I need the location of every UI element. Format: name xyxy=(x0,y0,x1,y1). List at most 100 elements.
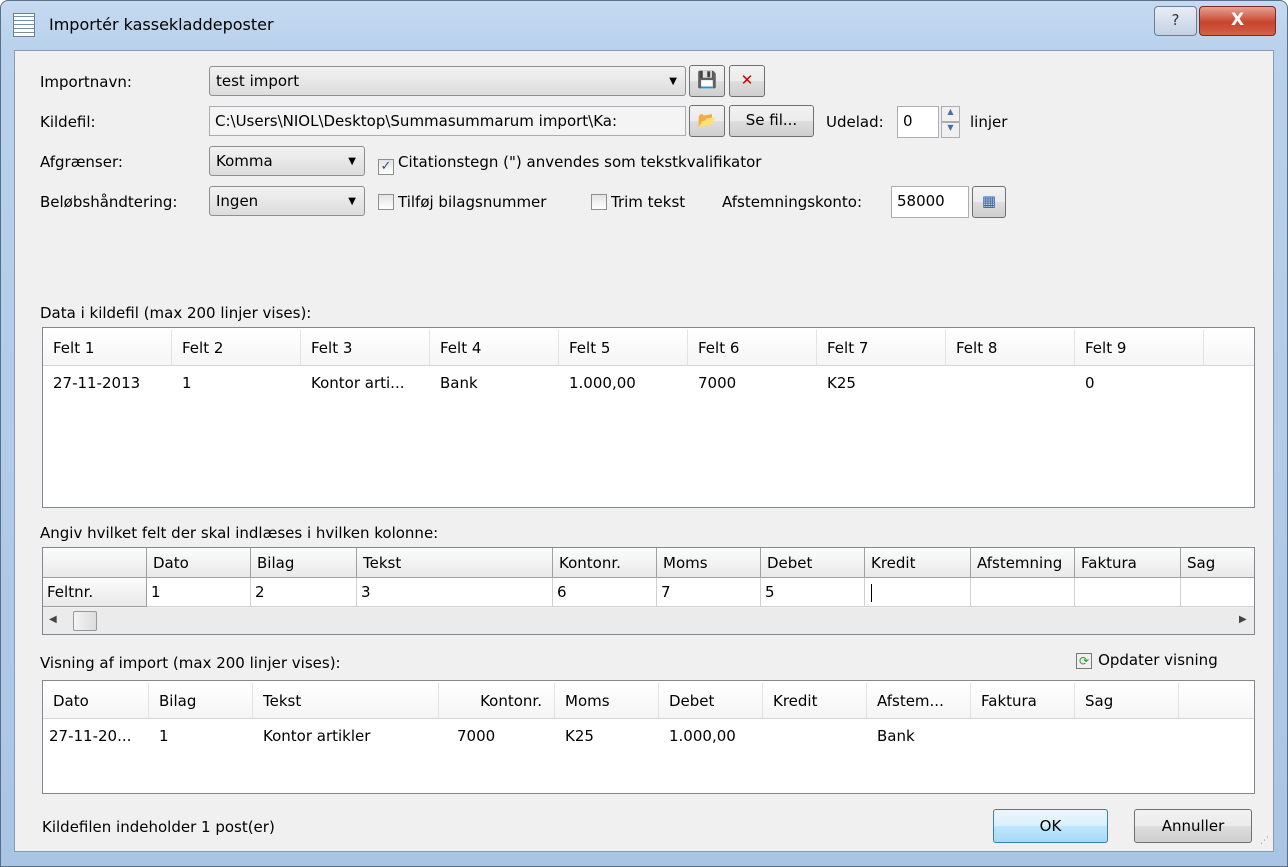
trim-checkbox[interactable]: Trim tekst xyxy=(591,193,685,211)
field-number-cell[interactable] xyxy=(1075,578,1181,607)
table-cell xyxy=(971,721,1075,751)
field-number-cell[interactable] xyxy=(865,578,971,607)
column-header[interactable]: Felt 2 xyxy=(172,330,301,366)
udelad-input[interactable]: 0 xyxy=(897,106,939,138)
column-header[interactable]: Tekst xyxy=(253,683,439,719)
field-number-cell[interactable]: 7 xyxy=(657,578,761,607)
browse-button[interactable]: 📂 xyxy=(689,105,725,137)
beloeb-value: Ingen xyxy=(216,192,259,210)
column-header[interactable]: Faktura xyxy=(971,683,1075,719)
horizontal-scrollbar[interactable] xyxy=(43,608,1254,634)
column-header-filler xyxy=(1179,683,1254,719)
column-header[interactable]: Afstem... xyxy=(867,683,971,719)
column-header: Kontonr. xyxy=(553,548,657,578)
mapping-label: Angiv hvilket felt der skal indlæses i h… xyxy=(40,524,439,542)
table-cell: 1.000,00 xyxy=(569,374,636,392)
beloeb-combo[interactable]: Ingen ▼ xyxy=(209,186,365,216)
cancel-button[interactable]: Annuller xyxy=(1134,809,1252,843)
afgraenser-value: Komma xyxy=(216,152,273,170)
column-header: Debet xyxy=(761,548,865,578)
column-header[interactable]: Debet xyxy=(659,683,763,719)
table-cell xyxy=(763,721,867,751)
lookup-button[interactable]: ▦ xyxy=(972,186,1006,218)
column-header: Kredit xyxy=(865,548,971,578)
table-cell: K25 xyxy=(565,727,594,745)
spin-down-button[interactable]: ▼ xyxy=(941,122,960,138)
spin-up-button[interactable]: ▲ xyxy=(941,106,960,122)
column-header[interactable]: Felt 8 xyxy=(946,330,1075,366)
column-header[interactable]: Felt 7 xyxy=(817,330,946,366)
column-header: Tekst xyxy=(357,548,553,578)
column-header[interactable]: Kontonr. xyxy=(439,683,555,719)
field-number-cell[interactable] xyxy=(1181,578,1254,607)
column-header[interactable]: Felt 5 xyxy=(559,330,688,366)
source-data-grid[interactable]: Felt 1 Felt 2 Felt 3 Felt 4 Felt 5 Felt 6 Felt… xyxy=(42,327,1255,508)
table-cell: 27-11-2013 xyxy=(53,374,141,392)
beloeb-label: Beløbshåndtering: xyxy=(40,193,178,211)
checkbox-icon xyxy=(378,194,394,210)
table-cell: K25 xyxy=(827,374,856,392)
scroll-left-arrow[interactable]: ◀ xyxy=(49,614,57,625)
save-icon: 💾 xyxy=(697,70,717,89)
ok-button[interactable]: OK xyxy=(993,809,1108,843)
table-cell xyxy=(946,368,1075,398)
table-cell: Bank xyxy=(440,374,478,392)
kildefil-input[interactable]: C:\Users\NIOL\Desktop\Summasummarum impo… xyxy=(209,106,686,136)
chevron-down-icon: ▼ xyxy=(348,156,356,167)
table-cell: 7000 xyxy=(698,374,737,392)
column-header[interactable]: Felt 1 xyxy=(43,330,172,366)
column-header[interactable]: Moms xyxy=(555,683,659,719)
refresh-button[interactable]: ⟳ Opdater visning xyxy=(1076,651,1218,669)
row-header-corner xyxy=(43,548,147,578)
trim-label: Trim tekst xyxy=(611,193,686,211)
tilfoej-checkbox[interactable]: Tilføj bilagsnummer xyxy=(378,193,546,211)
table-cell: 27-11-20... xyxy=(49,727,132,745)
table-cell: Kontor arti... xyxy=(311,374,405,392)
kildefil-label: Kildefil: xyxy=(40,113,96,131)
se-fil-button[interactable]: Se fil... xyxy=(729,105,814,137)
column-header[interactable]: Sag xyxy=(1075,683,1179,719)
column-header-filler xyxy=(1204,330,1254,366)
table-cell: Kontor artikler xyxy=(263,727,371,745)
column-header[interactable]: Felt 9 xyxy=(1075,330,1204,366)
mapping-grid[interactable]: Dato Bilag Tekst Kontonr. Moms Debet Kredit Afs… xyxy=(42,547,1255,635)
field-number-cell[interactable]: 6 xyxy=(553,578,657,607)
checkbox-icon xyxy=(591,194,607,210)
field-number-cell[interactable] xyxy=(971,578,1075,607)
delete-import-button[interactable]: ✕ xyxy=(729,65,765,97)
column-header: Bilag xyxy=(251,548,357,578)
table-cell: 7000 xyxy=(457,727,496,745)
table-cell: Bank xyxy=(877,727,915,745)
column-header[interactable]: Kredit xyxy=(763,683,867,719)
citation-label: Citationstegn (") anvendes som tekstkval… xyxy=(398,153,762,171)
preview-label: Visning af import (max 200 linjer vises)… xyxy=(40,654,341,672)
table-cell: 1 xyxy=(182,374,192,392)
field-number-cell[interactable]: 5 xyxy=(761,578,865,607)
source-label: Data i kildefil (max 200 linjer vises): xyxy=(40,304,312,322)
afgraenser-label: Afgrænser: xyxy=(40,153,123,171)
importnavn-combo[interactable]: test import ▼ xyxy=(209,66,686,96)
column-header[interactable]: Felt 6 xyxy=(688,330,817,366)
citation-checkbox[interactable]: ✓ Citationstegn (") anvendes som tekstkva… xyxy=(378,153,761,175)
scrollbar-thumb[interactable] xyxy=(73,611,97,631)
preview-grid[interactable]: Dato Bilag Tekst Kontonr. Moms Debet Kredit Afs… xyxy=(42,680,1255,794)
afgraenser-combo[interactable]: Komma ▼ xyxy=(209,146,365,176)
help-button[interactable]: ? xyxy=(1154,6,1197,36)
scroll-right-arrow[interactable]: ▶ xyxy=(1239,614,1247,625)
checkbox-checked-icon: ✓ xyxy=(378,159,394,175)
field-number-cell[interactable]: 2 xyxy=(251,578,357,607)
column-header: Sag xyxy=(1181,548,1254,578)
column-header: Afstemning xyxy=(971,548,1075,578)
column-header: Dato xyxy=(147,548,251,578)
column-header[interactable]: Dato xyxy=(43,683,149,719)
field-number-cell[interactable]: 3 xyxy=(357,578,553,607)
field-number-cell[interactable]: 1 xyxy=(147,578,251,607)
column-header[interactable]: Felt 4 xyxy=(430,330,559,366)
close-button[interactable]: X xyxy=(1199,6,1276,36)
save-import-button[interactable]: 💾 xyxy=(689,65,725,97)
column-header[interactable]: Bilag xyxy=(149,683,253,719)
column-header[interactable]: Felt 3 xyxy=(301,330,430,366)
afstemning-input[interactable]: 58000 xyxy=(891,186,969,218)
resize-grip[interactable]: ⋰ xyxy=(1260,836,1269,846)
table-cell: 1.000,00 xyxy=(669,727,736,745)
